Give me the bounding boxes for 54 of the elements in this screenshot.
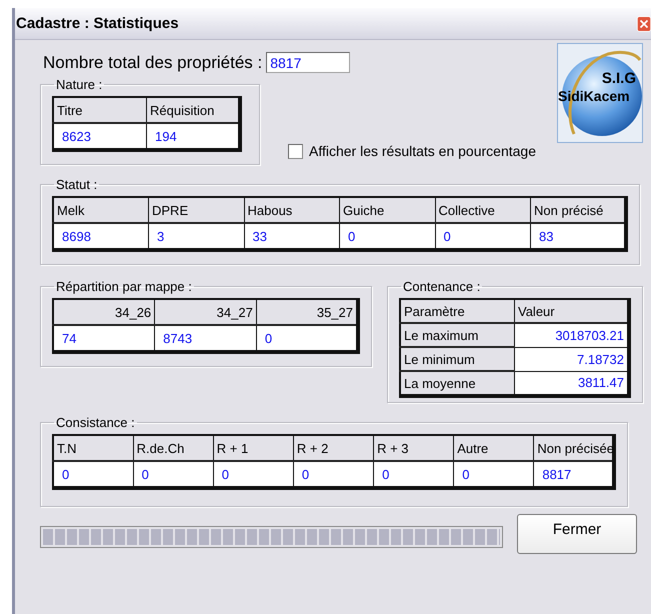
table-cell: 3	[148, 223, 244, 250]
table-cell: 7.18732	[514, 347, 629, 371]
column-header: Paramètre	[400, 299, 514, 323]
table-cell: 8698	[53, 223, 148, 250]
column-header: R + 3	[374, 435, 454, 461]
column-header: Non précisé	[530, 197, 626, 223]
table-cell: 83	[530, 223, 626, 250]
column-header: 34_27	[154, 299, 256, 325]
column-header: T.N	[53, 435, 134, 461]
table-cell: 8743	[154, 325, 256, 352]
group-title: Répartition par mappe :	[55, 279, 193, 294]
column-header: Guiche	[340, 197, 435, 223]
table-cell: 194	[146, 123, 240, 150]
close-button[interactable]: Fermer	[517, 514, 637, 554]
column-header: 34_26	[53, 299, 155, 325]
table-cell: 3811.47	[514, 371, 629, 396]
table-cell: 3018703.21	[514, 323, 629, 347]
group-title: Contenance :	[402, 279, 482, 294]
column-header: Valeur	[514, 299, 629, 323]
table-cell: 0	[133, 461, 214, 488]
group-title: Consistance :	[55, 415, 136, 430]
column-header: DPRE	[148, 197, 244, 223]
checkbox-label[interactable]: Afficher les résultats en pourcentage	[309, 143, 536, 159]
row-header: Le minimum	[400, 347, 514, 371]
column-header: Habous	[244, 197, 340, 223]
column-header: 35_27	[256, 299, 358, 325]
window-title: Cadastre : Statistiques	[15, 15, 179, 32]
column-header: Titre	[53, 97, 146, 123]
group-title: Statut :	[55, 177, 98, 192]
total-field[interactable]: 8817	[266, 52, 350, 73]
column-header: Réquisition	[146, 97, 240, 123]
total-label: Nombre total des propriétés :	[43, 52, 262, 72]
logo-text: S.I.G	[602, 70, 636, 87]
row-header: Le maximum	[400, 323, 514, 347]
table-cell: 0	[340, 223, 435, 250]
column-header: Collective	[435, 197, 530, 223]
column-header: R.de.Ch	[133, 435, 214, 461]
table-cell: 8623	[53, 123, 146, 150]
table-cell: 0	[53, 461, 134, 488]
table-cell: 8817	[534, 461, 614, 488]
table-cell: 74	[53, 325, 155, 352]
column-header: R + 1	[213, 435, 294, 461]
table-cell: 0	[435, 223, 530, 250]
column-header: R + 2	[293, 435, 374, 461]
table-cell: 0	[213, 461, 294, 488]
table-cell: 33	[244, 223, 340, 250]
table-cell: 0	[256, 325, 358, 352]
table-cell: 0	[374, 461, 454, 488]
row-header: La moyenne	[400, 371, 514, 396]
table-cell: 0	[454, 461, 534, 488]
table-cell: 0	[293, 461, 374, 488]
column-header: Autre	[454, 435, 534, 461]
column-header: Melk	[53, 197, 148, 223]
group-title: Nature :	[55, 77, 104, 92]
